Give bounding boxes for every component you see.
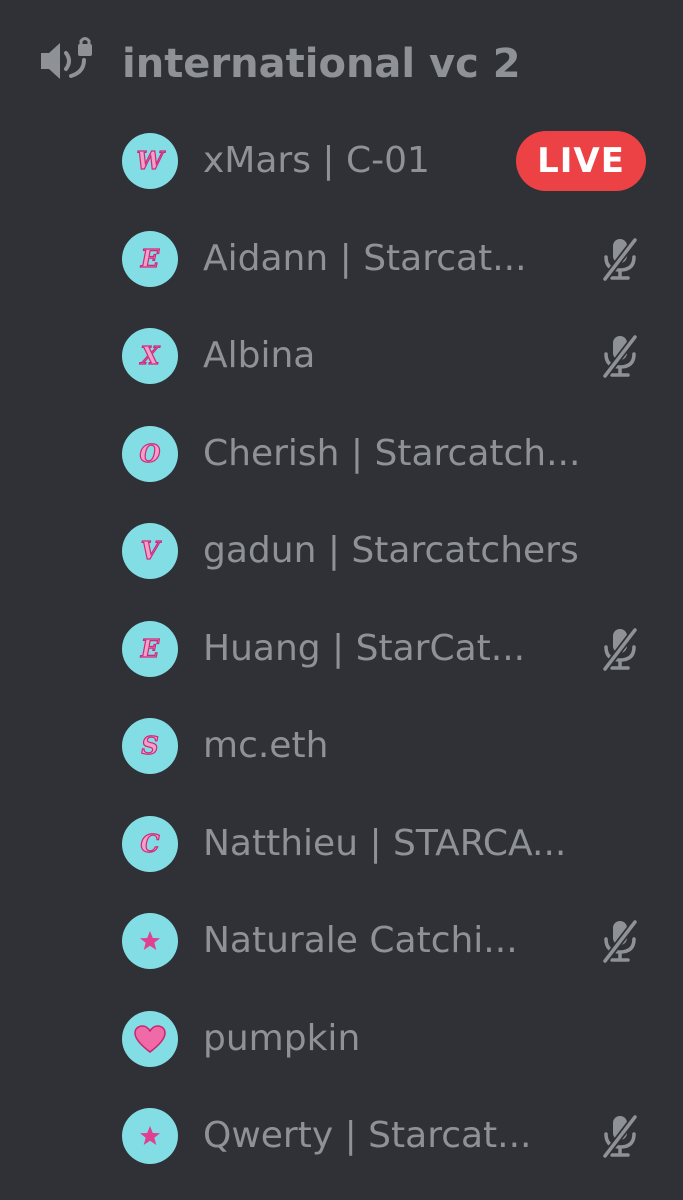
avatar[interactable]: E bbox=[122, 621, 178, 677]
avatar[interactable]: E bbox=[122, 231, 178, 287]
avatar-glyph: X bbox=[140, 341, 160, 370]
avatar-glyph: W bbox=[136, 146, 164, 175]
voice-user-row[interactable]: Vgadun | Starcatchers bbox=[0, 503, 683, 599]
avatar-glyph: E bbox=[140, 244, 160, 273]
locked-speaker-icon bbox=[41, 37, 92, 79]
avatar[interactable]: X bbox=[122, 328, 178, 384]
voice-user-row[interactable]: C Natthieu | STARCA... bbox=[0, 796, 683, 892]
mic-muted-icon bbox=[600, 627, 640, 672]
voice-user-row[interactable]: O Cherish | Starcatch... bbox=[0, 406, 683, 502]
username: Albina bbox=[203, 335, 316, 376]
avatar[interactable]: W bbox=[122, 133, 178, 189]
voice-user-row[interactable]: pumpkin bbox=[0, 991, 683, 1087]
avatar[interactable]: C bbox=[122, 816, 178, 872]
mic-muted-icon bbox=[600, 334, 640, 379]
mic-muted-icon bbox=[600, 237, 640, 282]
username: Huang | StarCat... bbox=[203, 628, 526, 669]
username: pumpkin bbox=[203, 1018, 361, 1059]
username: mc.eth bbox=[203, 725, 329, 766]
username: Aidann | Starcat... bbox=[203, 238, 527, 279]
voice-user-row[interactable]: WxMars | C-01 LIVE bbox=[0, 113, 683, 209]
heart-icon bbox=[134, 1025, 166, 1053]
voice-user-row[interactable]: X Albina bbox=[0, 308, 683, 404]
star-icon bbox=[140, 931, 160, 950]
username: xMars | C-01 bbox=[203, 140, 430, 181]
voice-user-row[interactable]: Smc.eth bbox=[0, 698, 683, 794]
avatar[interactable] bbox=[122, 1108, 178, 1164]
voice-user-row[interactable]: Naturale Catchi... bbox=[0, 893, 683, 989]
avatar-glyph: E bbox=[140, 634, 160, 663]
username: Natthieu | STARCA... bbox=[203, 823, 567, 864]
username: gadun | Starcatchers bbox=[203, 530, 579, 571]
username: Qwerty | Starcat... bbox=[203, 1115, 532, 1156]
mic-muted-icon bbox=[600, 919, 640, 964]
avatar-glyph: V bbox=[140, 536, 160, 565]
voice-user-row[interactable]: E Aidann | Starcat... bbox=[0, 211, 683, 307]
avatar-glyph: S bbox=[141, 731, 160, 760]
avatar[interactable]: V bbox=[122, 523, 178, 579]
voice-user-row[interactable]: Qwerty | Starcat... bbox=[0, 1088, 683, 1184]
avatar[interactable]: S bbox=[122, 718, 178, 774]
star-icon bbox=[140, 1126, 160, 1145]
avatar-glyph: O bbox=[139, 439, 161, 468]
voice-user-row[interactable]: E Huang | StarCat... bbox=[0, 601, 683, 697]
avatar[interactable] bbox=[122, 1011, 178, 1067]
username: Naturale Catchi... bbox=[203, 920, 518, 961]
avatar[interactable]: O bbox=[122, 426, 178, 482]
voice-channel-header[interactable]: international vc 2 bbox=[0, 0, 683, 130]
username: Cherish | Starcatch... bbox=[203, 433, 581, 474]
avatar-glyph: C bbox=[140, 829, 160, 858]
live-badge[interactable]: LIVE bbox=[516, 131, 646, 191]
avatar[interactable] bbox=[122, 913, 178, 969]
channel-name: international vc 2 bbox=[122, 41, 521, 87]
mic-muted-icon bbox=[600, 1114, 640, 1159]
